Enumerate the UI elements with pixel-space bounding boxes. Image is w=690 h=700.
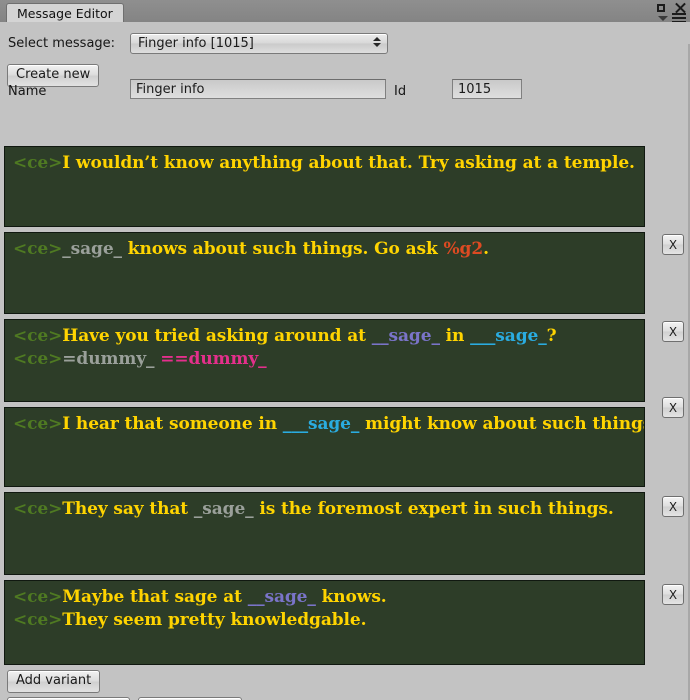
text-span: %g2 [443, 239, 484, 259]
message-editor-window: Message Editor Select message: Finger in… [0, 0, 690, 700]
text-span: I hear that someone in [62, 414, 283, 434]
select-message-label: Select message: [8, 36, 116, 51]
text-span: <ce> [13, 239, 63, 259]
text-span: knows about such things. Go ask [127, 239, 444, 259]
text-span: They say that [62, 499, 194, 519]
message-select-value: Finger info [1015] [138, 36, 254, 51]
add-variant-button[interactable]: Add variant [7, 670, 101, 693]
text-span: in [439, 326, 471, 346]
delete-variant-button-6[interactable]: X [662, 584, 684, 605]
variant-line: <ce>I hear that someone in ___sage_ migh… [13, 413, 644, 436]
id-label: Id [394, 84, 407, 99]
variant-text-5[interactable]: <ce>They say that _sage_ is the foremost… [4, 492, 645, 575]
text-span: . [483, 239, 489, 259]
text-span: ==dummy_ [160, 349, 267, 369]
text-span: ___sage_ [282, 414, 360, 434]
message-select-dropdown[interactable]: Finger info [1015] [130, 33, 388, 54]
text-span: might know about such things. [359, 414, 645, 434]
id-input[interactable]: 1015 [452, 79, 522, 99]
variant-line: <ce>Have you tried asking around at __sa… [13, 325, 636, 348]
text-span: knows. [315, 587, 387, 607]
variant-line: <ce>They say that _sage_ is the foremost… [13, 498, 636, 521]
variant-text-2[interactable]: <ce>_sage_ knows about such things. Go a… [4, 232, 645, 314]
variant-line: <ce>I wouldn’t know anything about that.… [13, 152, 636, 175]
editor-pane: Select message: Finger info [1015] Creat… [0, 22, 690, 700]
variant-line: <ce>_sage_ knows about such things. Go a… [13, 238, 636, 261]
variant-line: <ce>They seem pretty knowledgable. [13, 609, 636, 632]
text-span: <ce> [13, 587, 63, 607]
delete-variant-button-3[interactable]: X [662, 321, 684, 342]
text-span: <ce> [13, 499, 63, 519]
text-span: _sage_ [62, 239, 128, 259]
delete-variant-button-5[interactable]: X [662, 496, 684, 517]
text-span: ___sage_ [470, 326, 547, 346]
variant-text-3[interactable]: <ce>Have you tried asking around at __sa… [4, 319, 645, 402]
text-span: Have you tried asking around at [62, 326, 372, 346]
delete-variant-button-2[interactable]: X [662, 234, 684, 255]
spinner-arrows-icon [372, 36, 381, 51]
delete-variant-button-4[interactable]: X [662, 397, 684, 418]
text-span: =dummy_ [62, 349, 155, 369]
text-span: <ce> [13, 153, 63, 173]
text-span: I wouldn’t know anything about that. Try… [62, 153, 635, 173]
text-span: ? [546, 326, 557, 346]
text-span: <ce> [13, 610, 63, 630]
text-span: _sage_ [193, 499, 254, 519]
text-span: <ce> [13, 349, 63, 369]
chevron-down-icon[interactable] [658, 16, 668, 21]
maximize-icon[interactable] [657, 3, 665, 12]
text-span: They seem pretty knowledgable. [62, 610, 367, 630]
variant-line: <ce>=dummy_ ==dummy_ [13, 348, 636, 371]
tab-message-editor[interactable]: Message Editor [6, 3, 124, 23]
name-label: Name [8, 84, 47, 99]
text-span: <ce> [13, 326, 63, 346]
text-span: is the foremost expert in such things. [253, 499, 614, 519]
variant-text-6[interactable]: <ce>Maybe that sage at __sage_ knows. <ce… [4, 580, 645, 665]
name-input[interactable]: Finger info [130, 79, 386, 99]
variant-text-1[interactable]: <ce>I wouldn’t know anything about that.… [4, 146, 645, 227]
window-titlebar: Message Editor [0, 0, 690, 23]
text-span: __sage_ [371, 326, 440, 346]
tab-strip: Message Editor [0, 3, 690, 23]
text-span: Maybe that sage at [62, 587, 248, 607]
text-span: __sage_ [247, 587, 316, 607]
variant-text-4[interactable]: <ce>I hear that someone in ___sage_ migh… [4, 407, 645, 487]
variant-line: <ce>Maybe that sage at __sage_ knows. [13, 586, 636, 609]
text-span: <ce> [13, 414, 63, 434]
